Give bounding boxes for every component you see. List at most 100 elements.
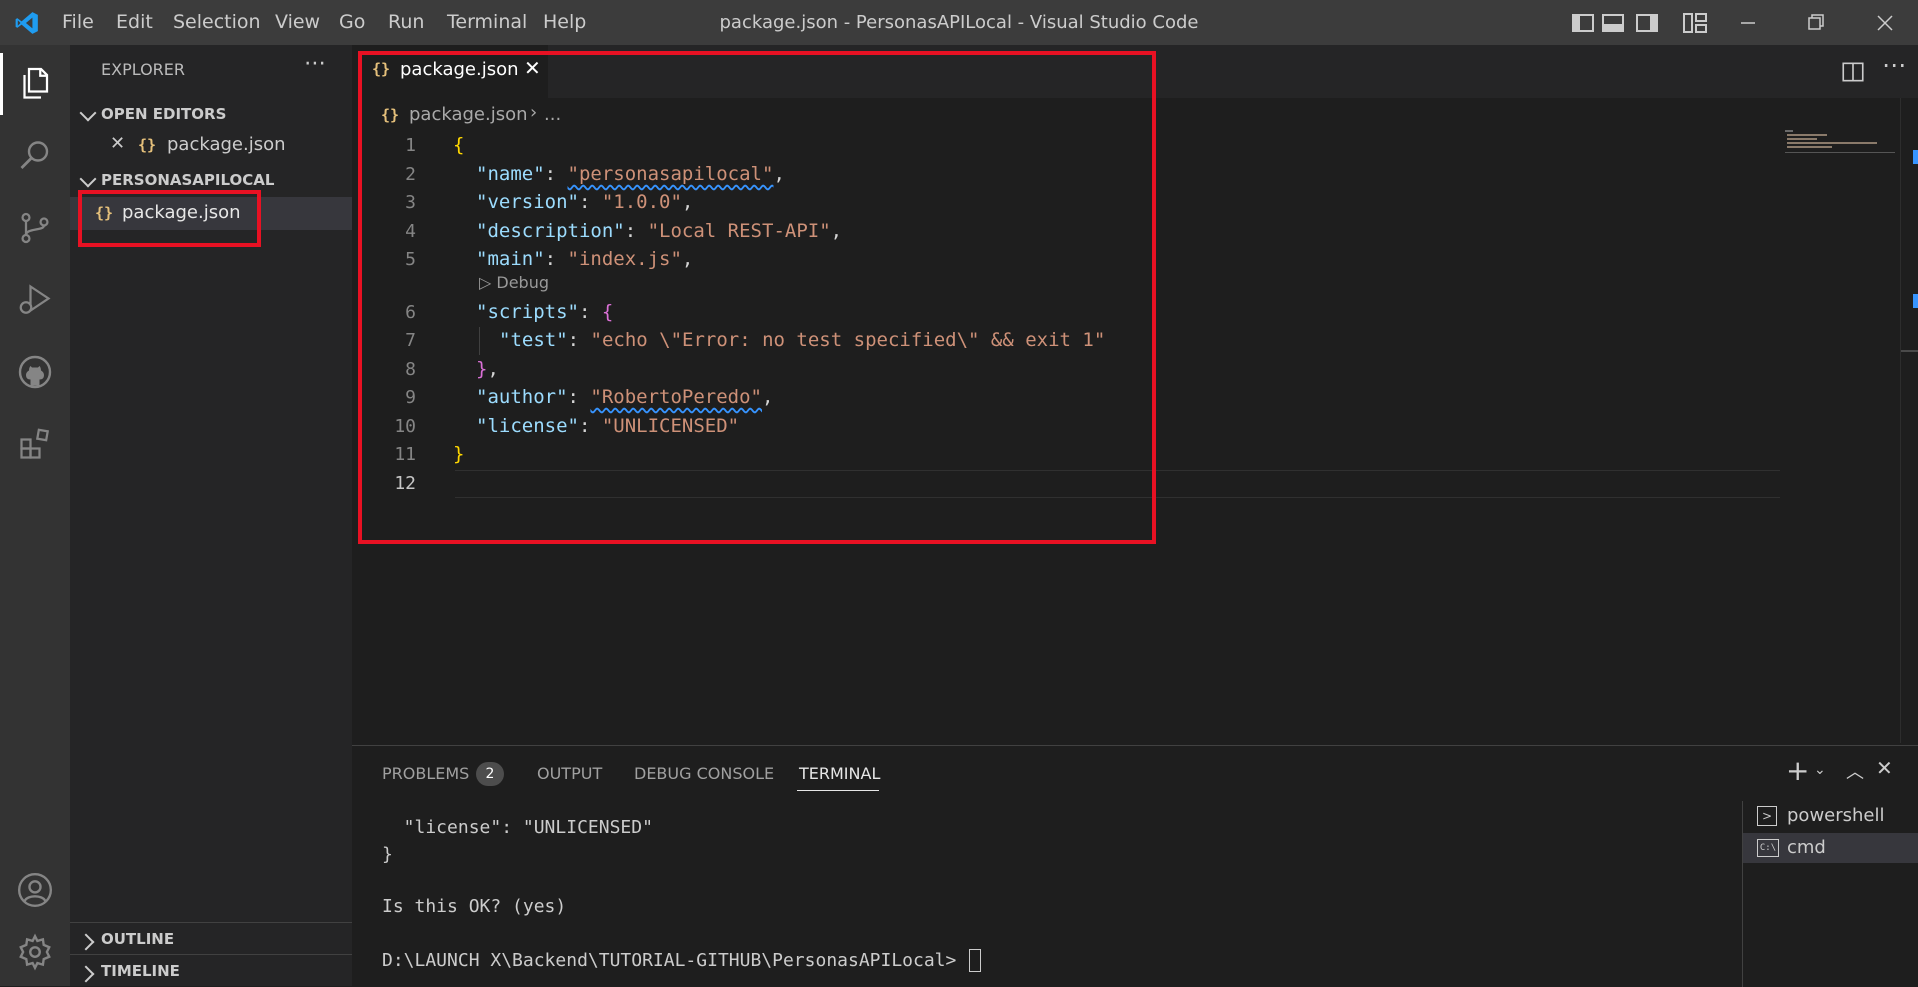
accounts-button[interactable] [0, 855, 70, 925]
explorer-sidebar: EXPLORER ⋯ OPEN EDITORS ✕ {} package.jso… [70, 45, 352, 986]
customize-layout-icon[interactable] [1680, 8, 1710, 38]
menu-help[interactable]: Help [543, 0, 586, 45]
json-key: "description" [476, 220, 625, 242]
menu-view[interactable]: View [275, 0, 320, 45]
minimap[interactable] [1785, 130, 1900, 156]
run-debug-button[interactable] [0, 265, 70, 335]
line-number: 8 [405, 359, 416, 380]
toggle-secondary-sidebar-icon[interactable] [1632, 8, 1662, 38]
terminal-list: > powershell C:\ cmd [1742, 801, 1918, 987]
close-panel-icon[interactable]: ✕ [1876, 756, 1893, 780]
terminal-name: cmd [1787, 837, 1826, 858]
more-actions-icon[interactable]: ⋯ [304, 51, 326, 76]
new-terminal-icon[interactable]: + [1786, 754, 1809, 787]
json-key: "version" [476, 191, 579, 213]
json-file-icon: {} [95, 204, 114, 222]
terminal-item-powershell[interactable]: > powershell [1743, 801, 1918, 831]
json-file-icon: {} [381, 106, 400, 124]
maximize-panel-icon[interactable]: ︿ [1846, 758, 1864, 784]
bottom-panel: PROBLEMS 2 OUTPUT DEBUG CONSOLE TERMINAL… [352, 745, 1918, 987]
timeline-header[interactable]: TIMELINE [101, 962, 180, 980]
more-actions-icon[interactable]: ⋯ [1882, 51, 1906, 79]
manage-button[interactable] [0, 917, 70, 987]
terminal-cursor [969, 949, 981, 972]
json-brace: { [453, 134, 465, 156]
split-editor-icon[interactable] [1840, 59, 1866, 85]
active-tab-underline [797, 790, 879, 791]
editor-tab-bar: {} package.json ✕ ⋯ [352, 45, 1918, 98]
open-editor-filename: package.json [167, 134, 286, 155]
activity-bar [0, 45, 70, 986]
breadcrumb-file[interactable]: package.json [409, 104, 528, 125]
open-editor-item[interactable]: ✕ {} package.json [70, 131, 352, 161]
close-editor-icon[interactable]: ✕ [110, 133, 125, 154]
tab-package-json[interactable]: {} package.json ✕ [352, 45, 548, 98]
chevron-down-icon[interactable]: ⌄ [1814, 762, 1826, 778]
tab-debug-console[interactable]: DEBUG CONSOLE [634, 764, 774, 783]
breadcrumb: {} package.json › ... [352, 98, 1918, 132]
terminal-line: "license": "UNLICENSED" [382, 817, 653, 838]
terminal-item-cmd[interactable]: C:\ cmd [1743, 833, 1918, 863]
editor-scrollbar[interactable] [1900, 98, 1918, 743]
menu-terminal[interactable]: Terminal [447, 0, 527, 45]
menu-run[interactable]: Run [388, 0, 424, 45]
restore-icon[interactable] [1801, 8, 1831, 38]
json-value: "1.0.0" [601, 191, 682, 213]
close-window-icon[interactable] [1870, 8, 1900, 38]
tab-output[interactable]: OUTPUT [537, 764, 602, 783]
line-number: 9 [405, 387, 416, 408]
folder-header[interactable]: PERSONASAPILOCAL [101, 171, 274, 189]
tab-terminal[interactable]: TERMINAL [799, 764, 880, 783]
json-brace: { [601, 301, 614, 323]
json-key: "author" [476, 386, 568, 408]
json-key: "test" [499, 329, 568, 351]
source-control-icon [21, 212, 49, 244]
search-button[interactable] [0, 121, 70, 191]
line-number: 3 [405, 192, 416, 213]
code-area[interactable]: { "name": "personasapilocal", "version":… [453, 132, 1753, 512]
chevron-right-icon [77, 933, 95, 951]
menu-file[interactable]: File [62, 0, 94, 45]
explorer-button[interactable] [0, 49, 70, 119]
files-icon [23, 67, 49, 99]
menu-edit[interactable]: Edit [116, 0, 153, 45]
vscode-logo-icon [15, 12, 38, 34]
json-key: "license" [476, 415, 579, 437]
codelens-debug[interactable]: ▷ Debug [479, 273, 549, 292]
tab-label: package.json [400, 59, 519, 80]
json-value: "UNLICENSED" [601, 415, 740, 437]
file-tree-item[interactable]: {} package.json [70, 197, 352, 230]
line-number: 2 [405, 164, 416, 185]
json-file-icon: {} [372, 60, 391, 78]
terminal-line: Is this OK? (yes) [382, 896, 567, 917]
gear-icon [19, 933, 51, 971]
json-brace: } [453, 443, 465, 465]
line-number: 1 [405, 135, 416, 156]
tab-problems[interactable]: PROBLEMS [382, 764, 469, 783]
line-number: 11 [394, 444, 416, 465]
breadcrumb-more[interactable]: ... [544, 104, 561, 125]
source-control-button[interactable] [0, 193, 70, 263]
run-debug-icon [19, 284, 51, 314]
terminal-output[interactable]: "license": "UNLICENSED" } Is this OK? (y… [352, 801, 1742, 987]
extensions-button[interactable] [0, 409, 70, 479]
menu-go[interactable]: Go [339, 0, 365, 45]
toggle-primary-sidebar-icon[interactable] [1568, 8, 1598, 38]
chevron-down-icon [79, 104, 97, 122]
menu-selection[interactable]: Selection [173, 0, 261, 45]
codelens-label: Debug [496, 273, 550, 292]
json-value: "Local REST-API" [647, 220, 831, 242]
cmd-icon: C:\ [1757, 839, 1779, 857]
divider [70, 922, 352, 923]
github-button[interactable] [0, 337, 70, 407]
chevron-right-icon [77, 965, 95, 983]
chevron-down-icon [79, 170, 97, 188]
open-editors-header[interactable]: OPEN EDITORS [101, 105, 226, 123]
outline-header[interactable]: OUTLINE [101, 930, 174, 948]
close-tab-icon[interactable]: ✕ [524, 56, 541, 80]
json-value: "echo \"Error: no test specified\" && ex… [590, 329, 1106, 351]
minimize-icon[interactable] [1733, 8, 1763, 38]
line-number: 7 [405, 330, 416, 351]
toggle-panel-icon[interactable] [1598, 8, 1628, 38]
line-number: 10 [394, 416, 416, 437]
